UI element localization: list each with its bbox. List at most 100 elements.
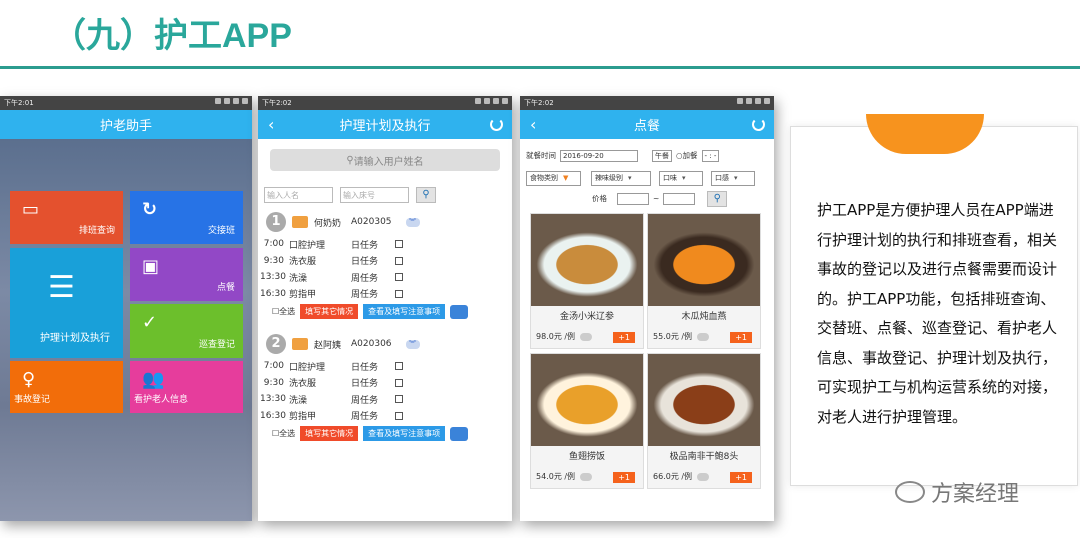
food-card[interactable]: 金汤小米辽参 98.0元 /例 +1 — [530, 213, 644, 349]
name-input[interactable]: 输入人名 — [264, 187, 333, 203]
add-one-button[interactable]: +1 — [730, 472, 752, 483]
patient-group: 1 何奶奶 A020305 ︾ 7:00 口腔护理 日任务 9:30 洗衣服 日… — [258, 211, 512, 319]
status-time: 下午2:01 — [4, 99, 34, 107]
tile-care-plan[interactable]: ☰ 护理计划及执行 — [10, 248, 123, 358]
patient-header[interactable]: 2 赵阿姨 A020306 ︾ — [258, 333, 512, 355]
fill-other-button[interactable]: 填写其它情况 — [300, 426, 359, 441]
minus-button[interactable] — [580, 332, 593, 341]
phone-care-plan-screen: 下午2:02 ‹ 护理计划及执行 ⚲ 请输入用户姓名 输入人名 输入床号 ⚲ 1 … — [258, 96, 512, 521]
food-price: 55.0元 /例 — [653, 332, 693, 341]
minus-button[interactable] — [697, 332, 710, 341]
chevron-down-icon: ▼ — [563, 174, 569, 182]
food-image — [531, 214, 643, 306]
add-one-button[interactable]: +1 — [730, 332, 752, 343]
task-name: 口腔护理 — [289, 240, 326, 251]
meal-select[interactable]: 午餐 — [652, 149, 672, 162]
task-checkbox[interactable] — [395, 411, 403, 420]
search-button[interactable]: ⚲ — [416, 187, 436, 203]
tile-schedule[interactable]: ▭ 排班查询 — [10, 191, 123, 244]
tile-check[interactable]: ✓ 巡查登记 — [130, 304, 243, 358]
task-checkbox[interactable] — [395, 378, 403, 387]
food-card[interactable]: 鱼翅捞饭 54.0元 /例 +1 — [530, 353, 644, 489]
taste-dropdown[interactable]: 口味 ▾ — [659, 170, 703, 186]
patient-header[interactable]: 1 何奶奶 A020305 ︾ — [258, 211, 512, 233]
bulb-icon: ♀ — [22, 369, 36, 390]
chevron-down-icon[interactable]: ︾ — [405, 217, 420, 227]
fill-other-button[interactable]: 填写其它情况 — [300, 304, 359, 319]
add-one-button[interactable]: +1 — [613, 472, 635, 483]
camera-icon[interactable] — [450, 304, 469, 319]
minus-button[interactable] — [580, 472, 593, 481]
task-time: 16:30 — [260, 410, 286, 421]
food-card[interactable]: 木瓜炖血燕 55.0元 /例 +1 — [647, 213, 761, 349]
category-dropdown[interactable]: 食物类别 ▼ — [526, 170, 581, 186]
back-icon[interactable]: ‹ — [530, 115, 536, 134]
task-checkbox[interactable] — [395, 273, 403, 282]
search-placeholder: 请输入用户姓名 — [353, 156, 424, 168]
task-checkbox[interactable] — [395, 256, 403, 265]
tile-meal[interactable]: ▣ 点餐 — [130, 248, 243, 301]
price-max-input[interactable] — [663, 192, 696, 205]
view-notes-button[interactable]: 查看及填写注意事项 — [363, 426, 446, 441]
tile-elders[interactable]: 👥 看护老人信息 — [130, 361, 243, 413]
food-name: 极品南非干鲍8头 — [669, 452, 739, 462]
price-min-input[interactable] — [617, 192, 649, 205]
back-icon[interactable]: ‹ — [268, 115, 274, 134]
status-bar: 下午2:02 — [520, 96, 774, 110]
task-name: 剪指甲 — [289, 412, 317, 423]
tile-label: 护理计划及执行 — [40, 333, 110, 344]
watermark: 方案经理 — [895, 476, 1019, 508]
add-meal-label: 加餐 — [682, 151, 698, 160]
status-bar: 下午2:02 — [258, 96, 512, 110]
select-all-checkbox[interactable]: ☐全选 — [272, 306, 295, 317]
task-type: 日任务 — [351, 240, 379, 251]
task-time: 7:00 — [263, 239, 284, 250]
taste-label: 口味 — [663, 174, 677, 182]
bed-number-input[interactable]: 输入床号 — [340, 187, 409, 203]
status-time: 下午2:02 — [262, 99, 292, 107]
task-checkbox[interactable] — [395, 395, 403, 404]
minus-button[interactable] — [697, 472, 710, 481]
elders-icon: 👥 — [142, 369, 165, 390]
date-field[interactable]: 2016-09-20 — [560, 149, 638, 162]
user-search-input[interactable]: ⚲ 请输入用户姓名 — [270, 149, 500, 171]
food-card[interactable]: 极品南非干鲍8头 66.0元 /例 +1 — [647, 353, 761, 489]
add-meal-time[interactable]: - : - — [701, 149, 720, 162]
search-button[interactable]: ⚲ — [707, 190, 728, 207]
spice-dropdown[interactable]: 辣味级别 ▾ — [591, 170, 651, 186]
tile-bulb[interactable]: ♀ 事故登记 — [10, 361, 123, 413]
tile-handover[interactable]: ↻ 交接班 — [130, 191, 243, 244]
task-checkbox[interactable] — [395, 289, 403, 298]
refresh-icon[interactable] — [490, 118, 503, 131]
camera-icon[interactable] — [450, 426, 469, 441]
task-type: 周任务 — [351, 290, 379, 301]
task-row: 13:30 洗澡 周任务 — [258, 269, 512, 286]
select-all-checkbox[interactable]: ☐全选 — [272, 428, 295, 439]
food-name: 木瓜炖血燕 — [681, 312, 727, 322]
patient-name: 赵阿姨 — [314, 340, 342, 351]
task-time: 13:30 — [260, 272, 286, 283]
chevron-down-icon: ▾ — [628, 174, 632, 182]
group-number: 1 — [266, 212, 286, 232]
meal-time-label: 就餐时间 — [526, 151, 556, 160]
task-time: 9:30 — [263, 255, 284, 266]
bed-icon — [292, 216, 308, 228]
patient-name: 何奶奶 — [314, 218, 342, 229]
task-checkbox[interactable] — [395, 362, 403, 371]
app-bar: ‹ 护理计划及执行 — [258, 110, 512, 139]
tile-label: 点餐 — [216, 283, 235, 293]
texture-dropdown[interactable]: 口感 ▾ — [711, 170, 755, 186]
tile-label: 排班查询 — [78, 226, 115, 236]
schedule-icon: ▭ — [22, 199, 40, 220]
add-one-button[interactable]: +1 — [613, 332, 635, 343]
task-row: 9:30 洗衣服 日任务 — [258, 375, 512, 392]
task-checkbox[interactable] — [395, 240, 403, 249]
task-name: 洗澡 — [289, 395, 308, 406]
chevron-down-icon[interactable]: ︾ — [405, 339, 420, 349]
add-meal-radio[interactable]: ○加餐 — [676, 150, 698, 161]
task-time: 9:30 — [263, 377, 284, 388]
price-label: 价格 — [592, 194, 607, 203]
view-notes-button[interactable]: 查看及填写注意事项 — [363, 304, 446, 319]
tile-label: 交接班 — [207, 226, 235, 236]
refresh-icon[interactable] — [752, 118, 765, 131]
